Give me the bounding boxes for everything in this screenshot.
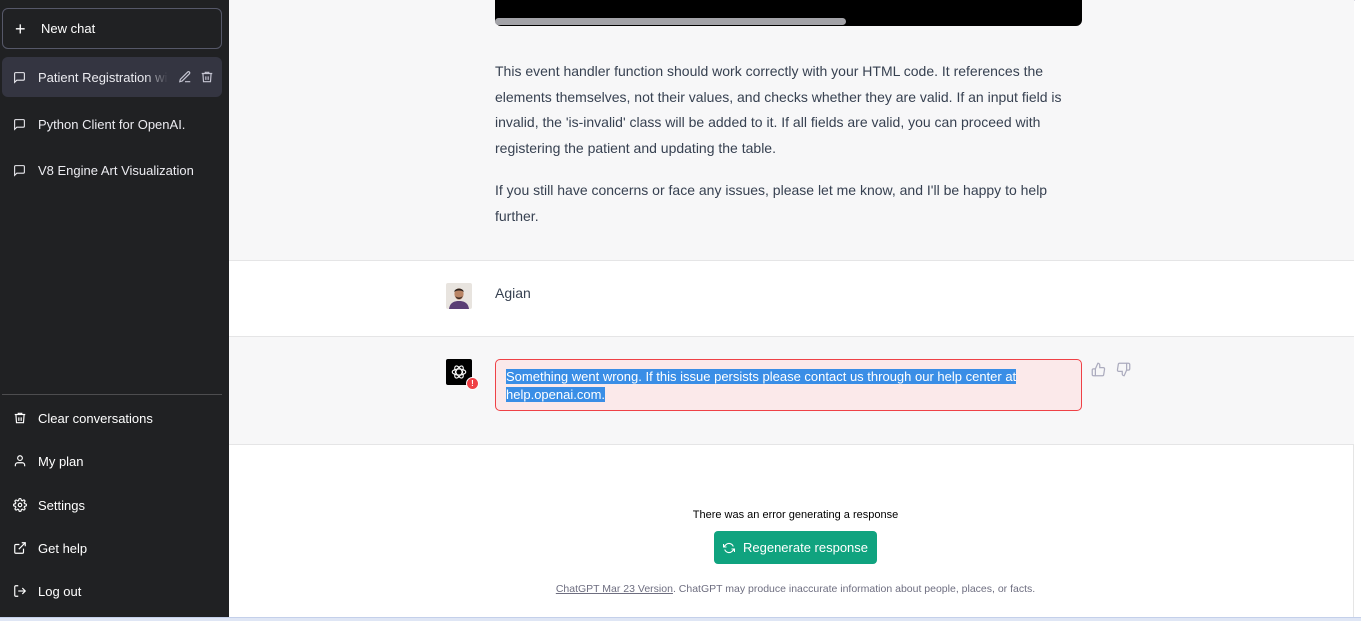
gear-icon <box>13 498 27 512</box>
conversation-item[interactable]: Python Client for OpenAI. <box>2 104 222 144</box>
thumbs-down-icon[interactable] <box>1116 362 1131 377</box>
assistant-message: This event handler function should work … <box>229 0 1354 261</box>
bottom-border <box>0 617 1361 621</box>
conversation-title: Python Client for OpenAI. <box>38 116 186 132</box>
chat-main: This event handler function should work … <box>229 0 1354 618</box>
plus-icon: + <box>15 18 26 39</box>
thumbs-up-icon[interactable] <box>1091 362 1106 377</box>
footer-disclaimer: . ChatGPT may produce inaccurate informa… <box>672 583 1036 595</box>
error-box: Something went wrong. If this issue pers… <box>495 359 1082 411</box>
trash-icon <box>14 412 26 424</box>
external-link-icon <box>14 542 26 554</box>
chat-bubble-icon <box>14 164 25 177</box>
sidebar-divider <box>2 394 222 395</box>
new-chat-label: New chat <box>41 21 96 36</box>
clear-conversations-button[interactable]: Clear conversations <box>2 399 222 437</box>
refresh-icon <box>722 542 735 553</box>
version-link[interactable]: ChatGPT Mar 23 Version <box>556 583 673 595</box>
trash-icon[interactable] <box>200 70 214 84</box>
conversation-title: Patient Registration with <box>38 69 168 85</box>
get-help-button[interactable]: Get help <box>2 529 222 567</box>
user-icon <box>14 455 26 467</box>
footer: ChatGPT Mar 23 Version. ChatGPT may prod… <box>229 583 1361 595</box>
regenerate-label: Regenerate response <box>742 540 869 555</box>
settings-button[interactable]: Settings <box>2 486 222 524</box>
error-status-text: There was an error generating a response <box>692 509 899 521</box>
menu-label: Settings <box>38 497 85 513</box>
assistant-answer: This event handler function should work … <box>495 59 1085 246</box>
avatar <box>446 283 472 309</box>
regenerate-response-button[interactable]: Regenerate response <box>714 531 877 564</box>
conversation-title: V8 Engine Art Visualization <box>38 162 194 178</box>
conversation-item[interactable]: V8 Engine Art Visualization <box>2 150 222 190</box>
code-scrollbar[interactable] <box>495 18 846 25</box>
menu-label: My plan <box>38 453 84 469</box>
edit-icon[interactable] <box>178 70 192 84</box>
new-chat-button[interactable]: + New chat <box>2 8 222 49</box>
logout-icon <box>14 585 27 597</box>
answer-paragraph: If you still have concerns or face any i… <box>495 182 1048 224</box>
log-out-button[interactable]: Log out <box>2 572 222 610</box>
conversation-item-active[interactable]: Patient Registration with <box>2 57 222 97</box>
menu-label: Clear conversations <box>38 410 153 426</box>
scroll-gutter <box>1355 0 1361 618</box>
chat-bubble-icon <box>14 118 25 131</box>
user-message: Agian <box>229 261 1354 337</box>
chat-bubble-icon <box>14 71 25 84</box>
user-message-text: Agian <box>495 285 531 301</box>
sidebar: + New chat Patient Registration with Pyt… <box>0 0 229 618</box>
menu-label: Log out <box>38 583 82 599</box>
assistant-error-message: ! Something went wrong. If this issue pe… <box>229 337 1354 445</box>
menu-label: Get help <box>38 540 88 556</box>
error-text: Something went wrong. If this issue pers… <box>506 369 1017 402</box>
error-badge-icon: ! <box>466 377 479 390</box>
my-plan-button[interactable]: My plan <box>2 442 222 480</box>
answer-paragraph: This event handler function should work … <box>495 63 1062 156</box>
